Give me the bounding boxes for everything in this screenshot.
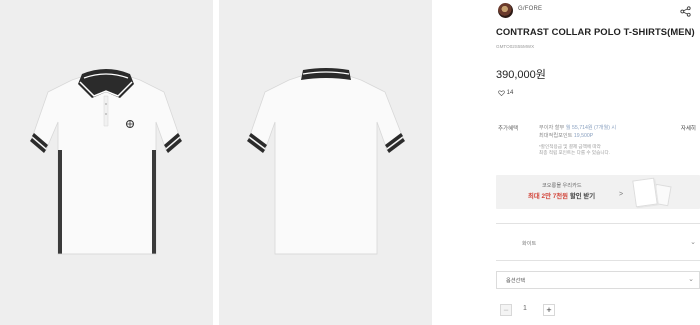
benefit-details: 무이자 할부 월 55,714원 (7개월) 시 최대적립포인트 19,500P… xyxy=(539,124,689,156)
color-selector[interactable]: 화이트 ⌄ xyxy=(496,236,700,250)
polo-back-drawing xyxy=(247,68,405,255)
product-title: CONTRAST COLLAR POLO T-SHIRTS(MEN) xyxy=(496,26,695,37)
points-line: 최대적립포인트 19,500P xyxy=(539,132,689,140)
polo-back-image[interactable] xyxy=(219,0,432,325)
installment-amount: 월 55,714원 (7개월) 시 xyxy=(565,125,617,131)
credit-card-image xyxy=(632,177,658,208)
option-select-label: 옵션선택 xyxy=(506,278,526,284)
card-promo-line2: 최대 2만 7천원 할인 받기 xyxy=(528,191,595,200)
points-value: 19,500P xyxy=(573,133,594,140)
quantity-stepper: − 1 + xyxy=(496,302,560,319)
points-label: 최대적립포인트 xyxy=(539,133,573,140)
color-value: 화이트 xyxy=(522,241,537,247)
benefit-detail-link[interactable]: 자세히 xyxy=(681,124,696,132)
like-button[interactable]: 14 xyxy=(498,90,513,98)
polo-front-image[interactable] xyxy=(0,0,213,325)
chevron-right-icon: > xyxy=(619,191,624,198)
quantity-value[interactable]: 1 xyxy=(523,305,527,312)
product-code: GMTO02S55MWX xyxy=(496,44,535,49)
share-icon[interactable] xyxy=(680,6,691,17)
divider xyxy=(496,223,700,224)
option-select[interactable]: 옵션선택 ⌄ xyxy=(496,271,700,289)
divider xyxy=(496,260,700,261)
card-promo-amount: 최대 2만 7천원 xyxy=(528,193,569,200)
product-price: 390,000원 xyxy=(496,69,546,81)
product-info-panel: G/FORE CONTRAST COLLAR POLO T-SHIRTS(MEN… xyxy=(496,0,700,325)
product-gallery xyxy=(0,0,478,325)
brand-avatar[interactable] xyxy=(498,3,513,18)
installment-label: 무이자 할부 xyxy=(539,125,565,131)
benefit-label: 추가혜택 xyxy=(498,126,519,132)
quantity-minus-button[interactable]: − xyxy=(500,304,512,316)
heart-icon xyxy=(498,90,505,96)
chevron-down-icon: ⌄ xyxy=(688,276,694,283)
quantity-plus-button[interactable]: + xyxy=(543,304,555,316)
chevron-down-icon: ⌄ xyxy=(690,239,696,246)
polo-front-drawing xyxy=(30,69,182,255)
installment-line: 무이자 할부 월 55,714원 (7개월) 시 xyxy=(539,124,689,132)
like-count: 14 xyxy=(506,90,514,96)
benefit-note-2: 최종 적립 포인트는 다를 수 있습니다. xyxy=(539,149,611,155)
brand-row[interactable]: G/FORE xyxy=(496,2,700,20)
brand-name[interactable]: G/FORE xyxy=(518,6,542,12)
card-promo-cta: 할인 받기 xyxy=(568,193,596,200)
card-promo-line1: 코오롱몰 우리카드 xyxy=(542,183,582,189)
card-promo-banner[interactable]: 코오롱몰 우리카드 최대 2만 7천원 할인 받기 > xyxy=(496,175,700,209)
